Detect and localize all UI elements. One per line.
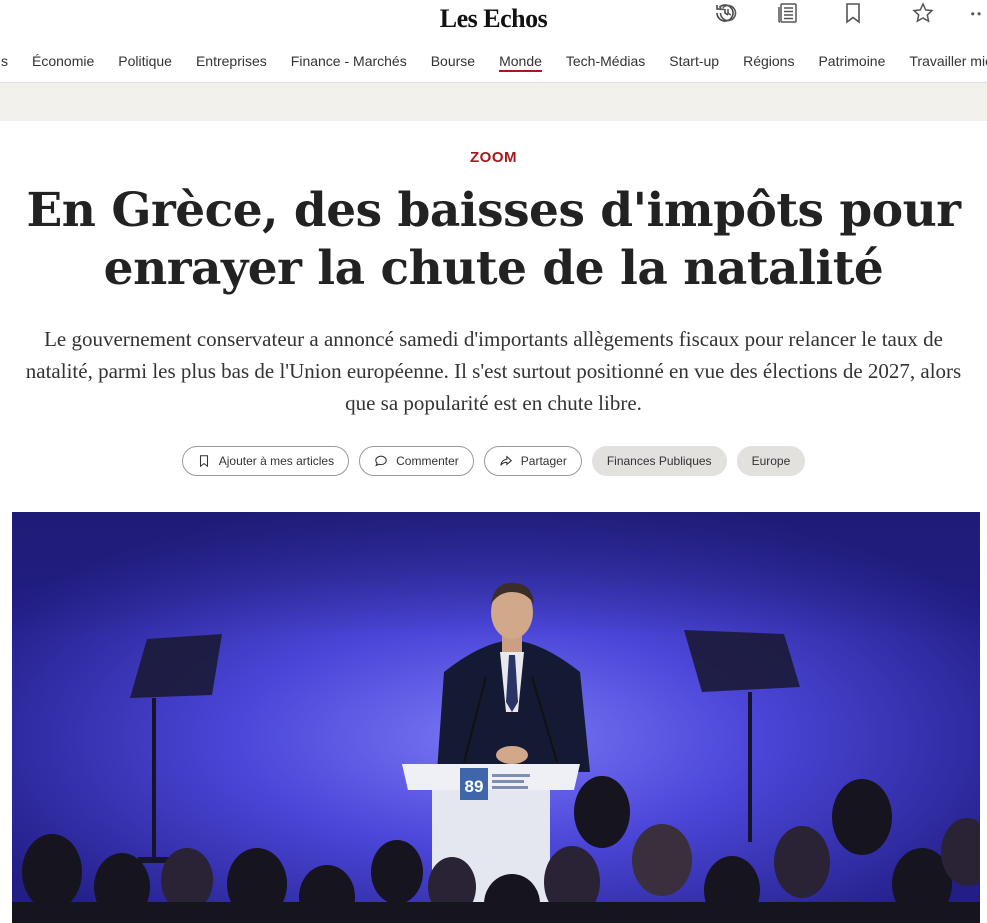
nav-item-9[interactable]: Régions [731,50,806,74]
nav-item-3[interactable]: Entreprises [184,50,279,74]
tag-finances-publiques[interactable]: Finances Publiques [591,446,727,476]
nav-item-6[interactable]: Monde [487,50,554,74]
nav-item-4[interactable]: Finance - Marchés [279,50,419,74]
article-kicker[interactable]: ZOOM [0,149,987,166]
hero-photo: 89 [12,512,980,923]
newspaper-icon[interactable] [775,1,801,25]
nav-item-0[interactable]: s [0,50,20,74]
tag-europe[interactable]: Europe [736,446,806,476]
article-lede: Le gouvernement conservateur a annoncé s… [25,327,962,415]
bookmark-icon[interactable] [840,1,866,25]
comment-label: Commenter [396,454,459,468]
tag-label: Europe [751,454,791,468]
nav-item-11[interactable]: Travailler mie [897,50,987,74]
save-article-label: Ajouter à mes articles [218,454,335,468]
star-icon[interactable] [910,1,936,25]
nav-item-7[interactable]: Tech-Médias [554,50,657,74]
podium-logo-number: 89 [465,777,484,796]
comment-button[interactable]: Commenter [359,446,474,476]
share-button[interactable]: Partager [483,446,582,476]
tag-label: Finances Publiques [606,454,712,468]
share-icon [500,455,512,466]
nav-item-8[interactable]: Start-up [657,50,731,74]
nav-item-2[interactable]: Politique [106,50,184,74]
hero-photo-illustration: 89 [12,512,980,923]
history-icon[interactable] [715,1,741,25]
article-headline: En Grèce, des baisses d'impôts pour enra… [26,183,961,296]
section-nav: s Économie Politique Entreprises Finance - M… [0,50,987,80]
comment-icon [375,455,387,467]
site-logo[interactable]: Les Echos [0,4,987,34]
nav-item-5[interactable]: Bourse [419,50,487,74]
nav-item-10[interactable]: Patrimoine [806,50,897,74]
nav-item-1[interactable]: Économie [20,50,106,74]
ad-band [0,83,987,121]
save-article-button[interactable]: Ajouter à mes articles [181,446,350,476]
article-actions: Ajouter à mes articles Commenter Partage… [0,446,987,476]
bookmark-icon [199,455,208,468]
share-label: Partager [520,454,567,468]
more-icon[interactable] [968,1,987,25]
